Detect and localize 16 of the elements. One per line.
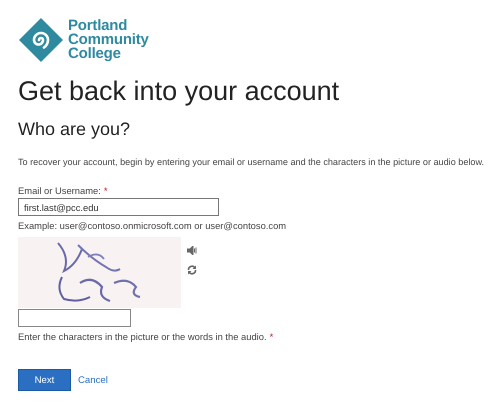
section-heading: Who are you?: [18, 118, 132, 140]
captcha-answer-field[interactable]: [18, 309, 131, 327]
speaker-icon[interactable]: [187, 246, 197, 255]
instruction-text: To recover your account, begin by entering your email or username and the characters in the picture or audio below.: [18, 157, 486, 167]
cancel-link[interactable]: Cancel: [78, 374, 108, 386]
example-text: Example: user@contoso.onmicrosoft.com or user@contoso.com: [18, 220, 288, 231]
hint-text: Enter the characters in the picture or the words in the audio.: [18, 331, 267, 342]
next-button[interactable]: Next: [18, 369, 71, 391]
email-field[interactable]: first.last@pcc.edu: [18, 198, 219, 216]
required-mark: *: [270, 331, 274, 342]
required-mark: *: [104, 185, 108, 196]
page-title: Get back into your account: [18, 75, 340, 107]
refresh-icon[interactable]: [187, 265, 197, 275]
college-name: Portland Community College: [68, 19, 149, 61]
field-label: Email or Username:: [18, 185, 101, 196]
logo-icon: [18, 17, 64, 63]
